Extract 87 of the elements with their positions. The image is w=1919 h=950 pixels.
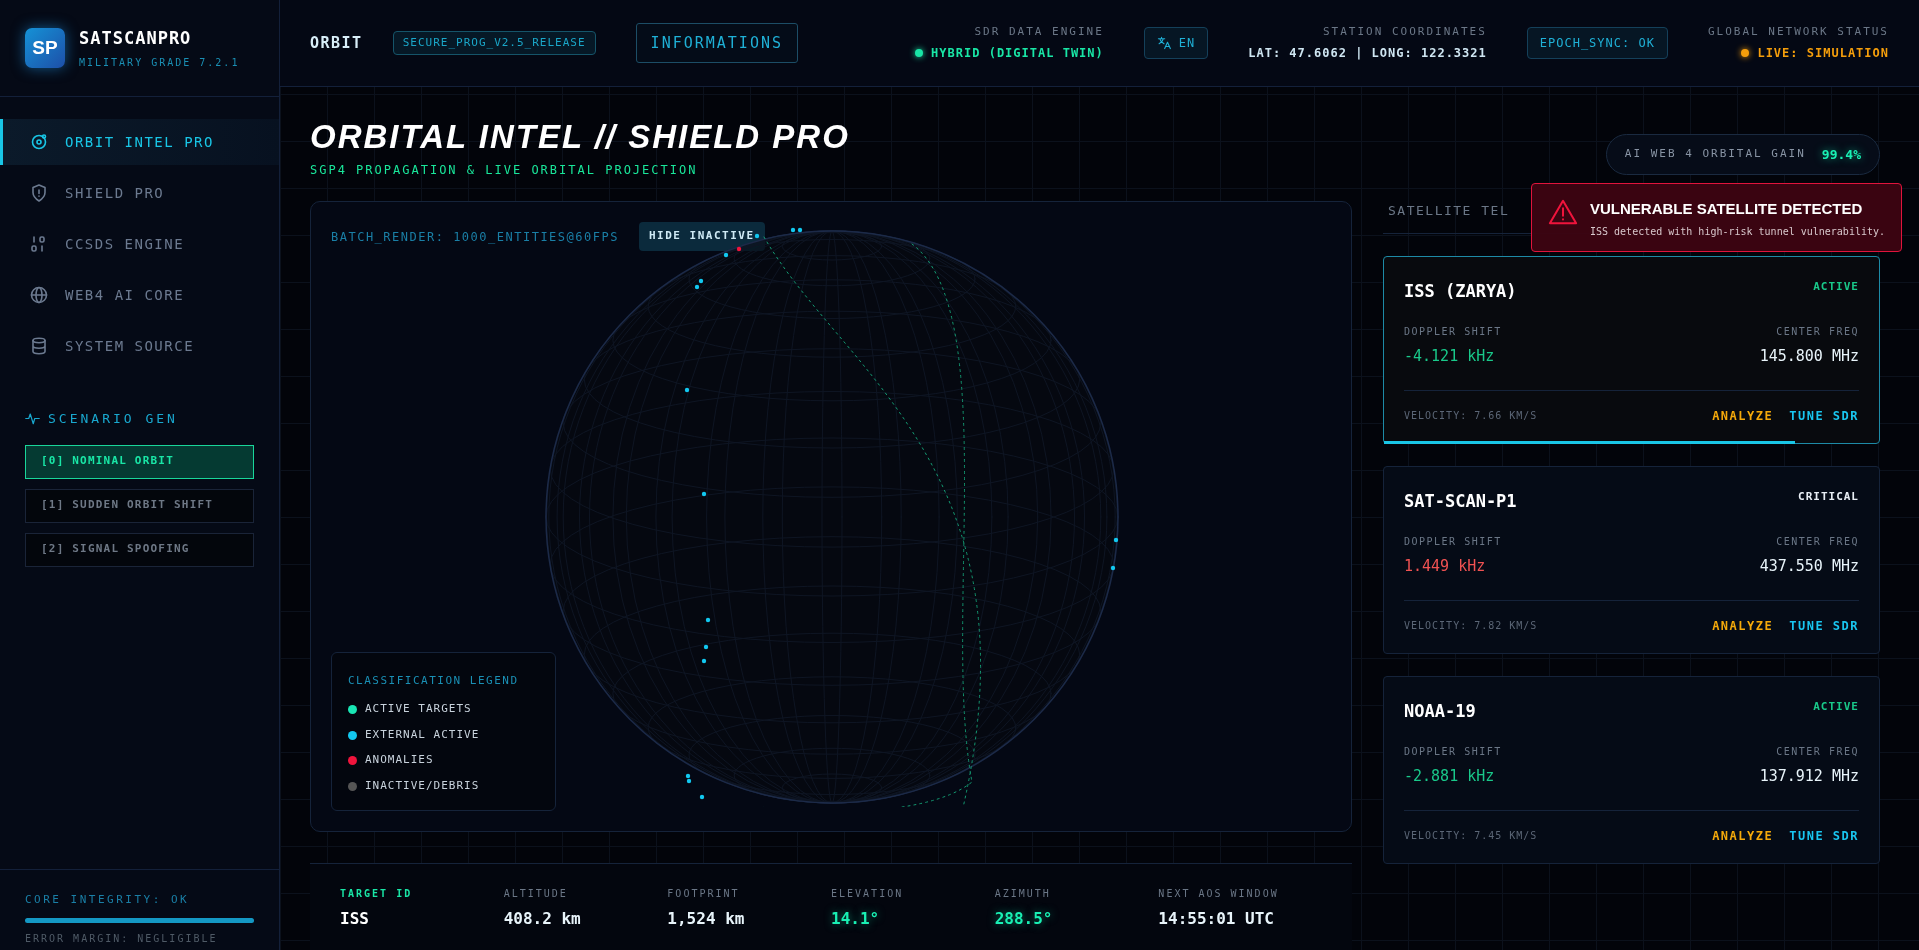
satellite-card[interactable]: SAT-SCAN-P1 CRITICAL DOPPLER SHIFT 1.449 kHz CENTER FREQ 437.550 MHz VELOCITY: 7.82 KM/S ANALYZE TUNE SDR: [1383, 465, 1880, 654]
tune-sdr-link[interactable]: TUNE SDR: [1789, 616, 1859, 635]
release-tag: SECURE_PROG_V2.5_RELEASE: [392, 30, 596, 56]
doppler-value: -2.881 kHz: [1404, 766, 1496, 788]
pulse-icon: [25, 411, 40, 427]
stat-value: ISS: [340, 908, 370, 931]
satellite-name: ISS (ZARYA): [1404, 279, 1517, 303]
panel-heading: SATELLITE TEL: [1388, 203, 1510, 219]
section-heading: SCENARIO GEN: [48, 410, 178, 428]
stat-label: ELEVATION: [831, 887, 905, 902]
stat-label: TARGET ID: [340, 887, 414, 902]
doppler-value: 1.449 kHz: [1404, 556, 1487, 578]
stat-label: ALTITUDE: [503, 887, 569, 902]
alert-message: ISS detected with high-risk tunnel vulnerability.: [1590, 224, 1885, 239]
warning-icon: [1548, 198, 1578, 227]
doppler-value: -4.121 kHz: [1404, 346, 1496, 368]
page-title: ORBITAL INTEL // SHIELD PRO: [310, 119, 850, 156]
satellite-name: NOAA-19: [1404, 699, 1476, 723]
status-label: STATION COORDINATES: [1321, 23, 1487, 40]
orbit-icon: [29, 132, 49, 152]
doppler-label: DOPPLER SHIFT: [1404, 325, 1502, 340]
scenario-button[interactable]: [2] SIGNAL SPOOFING: [25, 532, 254, 567]
frequency-label: CENTER FREQ: [1775, 535, 1859, 550]
scenario-button[interactable]: [1] SUDDEN ORBIT SHIFT: [25, 488, 254, 523]
gain-value: 99.4%: [1821, 145, 1861, 164]
legend-label: EXTERNAL ACTIVE: [365, 726, 480, 743]
tune-sdr-link[interactable]: TUNE SDR: [1789, 826, 1859, 845]
doppler-label: DOPPLER SHIFT: [1404, 535, 1502, 550]
translate-icon: [1156, 36, 1171, 50]
language-button[interactable]: EN: [1143, 27, 1209, 59]
stat-value: 1,524 km: [667, 908, 746, 931]
tune-sdr-link[interactable]: TUNE SDR: [1789, 406, 1859, 425]
nav-item[interactable]: SYSTEM SOURCE: [0, 323, 279, 369]
satellite-status: ACTIVE: [1813, 278, 1859, 295]
analyze-link[interactable]: ANALYZE: [1712, 406, 1774, 425]
epoch-sync-tag: EPOCH_SYNC: OK: [1526, 27, 1668, 59]
error-margin-note: ERROR MARGIN: NEGLIGIBLE: [25, 932, 219, 946]
analyze-link[interactable]: ANALYZE: [1712, 826, 1774, 845]
gain-label: AI WEB 4 ORBITAL GAIN: [1624, 146, 1806, 163]
stat-label: AZIMUTH: [994, 887, 1052, 902]
satellite-name: SAT-SCAN-P1: [1404, 489, 1517, 513]
stat-value: 288.5°: [994, 908, 1054, 931]
stat-label: FOOTPRINT: [667, 887, 741, 902]
page-subtitle: SGP4 PROPAGATION & LIVE ORBITAL PROJECTION: [310, 162, 699, 180]
nav-item[interactable]: SHIELD PRO: [0, 170, 279, 216]
satellite-card[interactable]: NOAA-19 ACTIVE DOPPLER SHIFT -2.881 kHz CENTER FREQ 137.912 MHz VELOCITY: 7.45 KM/S ANALYZE TUNE SDR: [1383, 675, 1880, 864]
frequency-value: 437.550 MHz: [1759, 556, 1859, 578]
status-value: LIVE: SIMULATION: [1757, 45, 1889, 63]
nav-item[interactable]: WEB4 AI CORE: [0, 272, 279, 318]
legend-label: ANOMALIES: [365, 752, 434, 769]
alert-title: VULNERABLE SATELLITE DETECTED: [1590, 199, 1864, 220]
satellite-card[interactable]: ISS (ZARYA) ACTIVE DOPPLER SHIFT -4.121 kHz CENTER FREQ 145.800 MHz VELOCITY: 7.66 KM/S ANALYZE TUNE SDR: [1383, 255, 1880, 444]
nav-item[interactable]: CCSDS ENGINE: [0, 221, 279, 267]
app-logo: SP: [25, 28, 65, 68]
velocity-text: VELOCITY: 7.45 KM/S: [1404, 829, 1538, 844]
frequency-label: CENTER FREQ: [1775, 325, 1859, 340]
integrity-status: CORE INTEGRITY: OK: [25, 891, 191, 908]
status-value: HYBRID (DIGITAL TWIN): [931, 45, 1104, 63]
velocity-text: VELOCITY: 7.82 KM/S: [1404, 619, 1538, 634]
stat-value: 14:55:01 UTC: [1158, 908, 1275, 931]
stat-value: 14.1°: [831, 908, 881, 931]
app-name: SATSCANPRO: [79, 26, 193, 50]
app-version: MILITARY GRADE 7.2.1: [79, 56, 240, 71]
doppler-label: DOPPLER SHIFT: [1404, 745, 1502, 760]
render-info: BATCH_RENDER: 1000_ENTITIES@60FPS: [331, 228, 619, 246]
frequency-label: CENTER FREQ: [1775, 745, 1859, 760]
legend-label: ACTIVE TARGETS: [365, 701, 472, 718]
velocity-text: VELOCITY: 7.66 KM/S: [1404, 409, 1538, 424]
nav-item[interactable]: ORBIT INTEL PRO: [0, 119, 279, 165]
status-value: LAT: 47.6062 | LONG: 122.3321: [1248, 45, 1487, 63]
frequency-value: 145.800 MHz: [1759, 346, 1859, 368]
stat-label: NEXT AOS WINDOW: [1158, 887, 1280, 902]
globe-icon: [29, 285, 49, 305]
scenario-button[interactable]: [0] NOMINAL ORBIT: [25, 444, 254, 479]
informations-button[interactable]: INFORMATIONS: [635, 22, 798, 64]
frequency-value: 137.912 MHz: [1759, 766, 1859, 788]
section-title: ORBIT: [310, 32, 363, 54]
database-icon: [29, 336, 49, 356]
shield-icon: [29, 183, 49, 203]
status-label: GLOBAL NETWORK STATUS: [1707, 23, 1889, 40]
satellite-status: ACTIVE: [1813, 698, 1859, 715]
status-label: SDR DATA ENGINE: [973, 23, 1104, 40]
analyze-link[interactable]: ANALYZE: [1712, 616, 1774, 635]
legend-title: CLASSIFICATION LEGEND: [348, 672, 520, 689]
satellite-status: CRITICAL: [1798, 488, 1859, 505]
stat-value: 408.2 km: [503, 908, 582, 931]
legend-label: INACTIVE/DEBRIS: [365, 777, 480, 794]
